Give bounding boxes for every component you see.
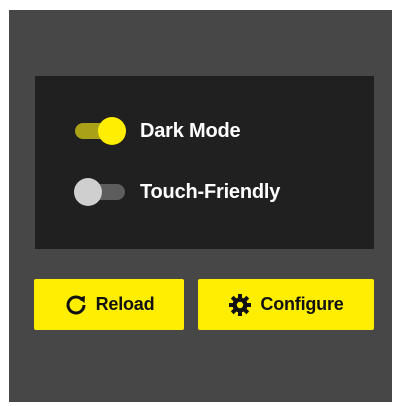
reload-button[interactable]: Reload xyxy=(34,279,184,330)
settings-window: Dark Mode Touch-Friendly Reload Configur… xyxy=(9,10,392,402)
toggle-thumb xyxy=(98,117,126,145)
refresh-icon xyxy=(64,293,88,317)
dark-mode-label: Dark Mode xyxy=(140,119,241,142)
touch-friendly-label: Touch-Friendly xyxy=(140,180,281,203)
gear-icon xyxy=(228,293,252,317)
touch-friendly-row[interactable]: Touch-Friendly xyxy=(74,177,280,207)
configure-label: Configure xyxy=(260,294,344,314)
dark-mode-toggle[interactable] xyxy=(74,117,126,145)
settings-panel: Dark Mode Touch-Friendly xyxy=(35,76,374,249)
toggle-thumb xyxy=(74,178,102,206)
dark-mode-row[interactable]: Dark Mode xyxy=(74,116,241,146)
touch-friendly-toggle[interactable] xyxy=(74,178,126,206)
configure-button[interactable]: Configure xyxy=(198,279,374,330)
reload-label: Reload xyxy=(95,294,155,314)
